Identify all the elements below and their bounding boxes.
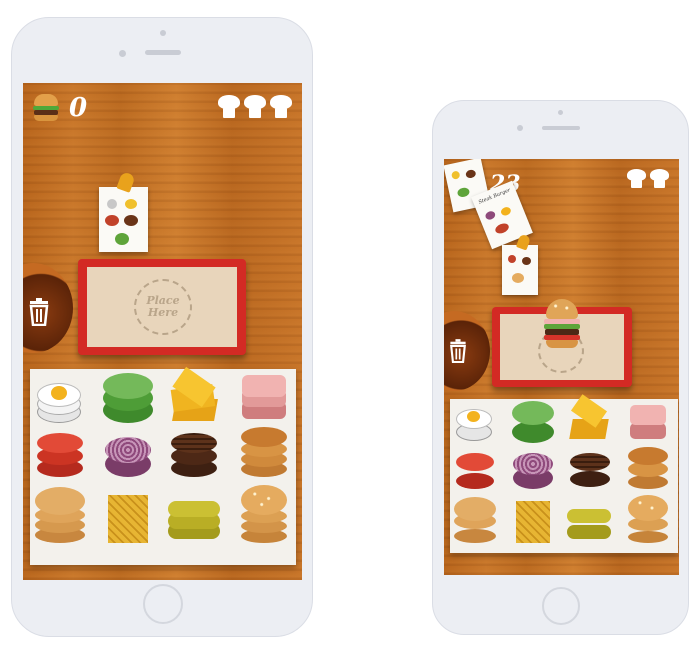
ham-stack[interactable] (242, 373, 286, 425)
pickles-stack[interactable] (168, 495, 220, 545)
assembled-burger (544, 299, 580, 357)
patty-stack[interactable] (570, 449, 610, 493)
order-ticket[interactable] (99, 171, 148, 252)
bell-icon (116, 171, 136, 193)
chef-hat-icon (650, 169, 669, 189)
bun-bottom-stack[interactable] (241, 423, 287, 481)
egg-stack[interactable] (456, 403, 492, 443)
egg-stack[interactable] (37, 375, 81, 425)
serving-tray[interactable]: Place Here (78, 259, 246, 355)
onion-stack[interactable] (513, 449, 553, 493)
top-bun-stack[interactable] (628, 493, 668, 547)
trash-icon[interactable] (26, 298, 52, 327)
lettuce-stack[interactable] (512, 401, 554, 445)
left-game-screen: 0 Place Here (23, 83, 302, 580)
chef-hat-icon (218, 95, 240, 119)
sensor-dot (517, 125, 523, 131)
patty-stack[interactable] (171, 429, 217, 481)
burger-icon (33, 94, 59, 122)
ham-stack[interactable] (630, 401, 666, 445)
ingredient-board (450, 394, 678, 553)
bottom-bun-stack[interactable] (35, 485, 85, 547)
bun-bottom-stack[interactable] (628, 445, 668, 493)
score-counter: 0 (69, 93, 88, 123)
fries-stack[interactable] (106, 487, 150, 547)
pickles-stack[interactable] (567, 503, 611, 545)
cheese-stack[interactable] (569, 394, 611, 445)
lettuce-stack[interactable] (103, 373, 153, 425)
order-ticket[interactable] (502, 233, 538, 295)
left-phone-frame: 0 Place Here (11, 17, 313, 637)
serving-tray[interactable] (492, 299, 632, 387)
place-here-target[interactable]: Place Here (134, 279, 192, 335)
front-camera (558, 110, 563, 115)
tomato-stack[interactable] (456, 449, 494, 493)
home-button[interactable] (542, 587, 580, 625)
chef-lives (218, 95, 292, 119)
right-game-screen: 23 Steak Burger (444, 159, 679, 575)
trash-icon[interactable] (447, 339, 469, 364)
cheese-stack[interactable] (170, 366, 220, 425)
tomato-stack[interactable] (37, 429, 83, 481)
right-phone-frame: 23 Steak Burger (432, 100, 689, 635)
place-label-line2: Here (147, 306, 179, 319)
chef-lives (627, 169, 671, 189)
fries-stack[interactable] (514, 497, 552, 547)
earpiece-speaker (542, 126, 580, 130)
onion-stack[interactable] (105, 429, 151, 481)
home-button[interactable] (143, 584, 183, 624)
earpiece-speaker (145, 50, 181, 55)
sensor-dot (119, 50, 126, 57)
bottom-bun-stack[interactable] (454, 495, 496, 547)
front-camera (160, 30, 166, 36)
chef-hat-icon (270, 95, 292, 119)
ingredient-board (30, 366, 296, 565)
top-bun-stack[interactable] (241, 483, 287, 547)
chef-hat-icon (627, 169, 646, 189)
chef-hat-icon (244, 95, 266, 119)
